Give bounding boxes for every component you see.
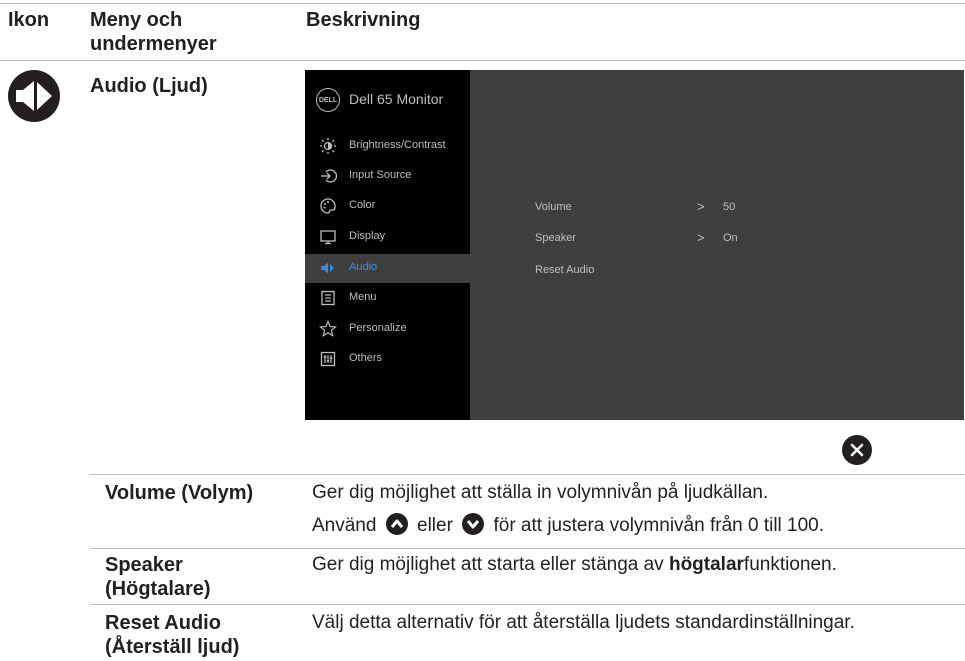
- menu-item-personalize[interactable]: Personalize: [305, 315, 470, 344]
- menu-icon: [321, 290, 335, 306]
- chevron-down-icon: [462, 513, 485, 535]
- menu-item-label: Menu: [349, 291, 377, 303]
- option-speaker-label[interactable]: Speaker: [535, 232, 576, 244]
- speaker-icon: [321, 262, 334, 274]
- header-description: Beskrivning: [306, 9, 421, 31]
- menu-item-label: Audio: [349, 261, 378, 273]
- row-volume-desc-line2: Använd eller för att justera volymnivån …: [312, 513, 824, 538]
- close-icon: [850, 443, 864, 457]
- header-menu-line1: Meny och: [90, 9, 183, 31]
- menu-item-menu[interactable]: Menu: [305, 284, 470, 313]
- others-icon: [320, 351, 336, 367]
- option-volume-label[interactable]: Volume: [535, 201, 572, 213]
- chevron-right-icon: >: [697, 230, 705, 245]
- row-rule: [90, 548, 965, 549]
- top-rule: [0, 3, 965, 4]
- desc-text: Använd: [312, 515, 377, 536]
- desc-text: funktionen.: [743, 554, 837, 575]
- desc-text: eller: [417, 515, 453, 536]
- audio-speaker-icon: [8, 70, 60, 122]
- row-rule: [90, 604, 965, 605]
- desc-text: Ger dig möjlighet att starta eller stäng…: [312, 554, 669, 575]
- brightness-icon: [320, 138, 336, 154]
- row-reset-name-line2: (Återställ ljud): [105, 636, 240, 658]
- menu-item-color[interactable]: Color: [305, 192, 470, 221]
- desc-text: för att justera volymnivån från 0 till 1…: [493, 515, 825, 536]
- close-button[interactable]: [842, 435, 872, 465]
- section-title: Audio (Ljud): [90, 75, 208, 97]
- row-speaker-name: Speaker (Högtalare): [105, 553, 211, 601]
- row-speaker-name-line2: (Högtalare): [105, 578, 211, 600]
- menu-item-label: Color: [349, 199, 376, 211]
- menu-item-brightness[interactable]: Brightness/Contrast: [305, 132, 470, 161]
- color-palette-icon: [320, 198, 336, 214]
- menu-item-label: Input Source: [349, 169, 412, 181]
- menu-item-display[interactable]: Display: [305, 223, 470, 252]
- menu-item-input-source[interactable]: Input Source: [305, 162, 470, 191]
- desc-bold: högtalar: [668, 554, 744, 575]
- osd-sidebar: DELL Dell 65 Monitor Brightness/Contrast…: [305, 70, 470, 420]
- menu-item-label: Brightness/Contrast: [349, 139, 446, 151]
- option-speaker-value: On: [723, 232, 738, 244]
- osd-screen: DELL Dell 65 Monitor Brightness/Contrast…: [305, 70, 964, 420]
- dell-logo: DELL: [316, 88, 340, 112]
- star-icon: [319, 320, 337, 337]
- input-source-icon: [321, 169, 337, 183]
- header-rule: [0, 60, 965, 61]
- option-volume-value: 50: [723, 201, 736, 213]
- header-icon: Ikon: [8, 9, 50, 31]
- row-speaker-desc: Ger dig möjlighet att starta eller stäng…: [312, 553, 837, 577]
- header-menu-line2: undermenyer: [90, 33, 217, 55]
- menu-item-others[interactable]: Others: [305, 345, 470, 374]
- chevron-right-icon: >: [697, 199, 705, 214]
- menu-item-audio[interactable]: Audio: [305, 254, 470, 283]
- option-reset-audio-label[interactable]: Reset Audio: [535, 264, 594, 276]
- display-icon: [320, 230, 336, 245]
- chevron-up-icon: [385, 513, 408, 535]
- osd-title: Dell 65 Monitor: [349, 91, 444, 107]
- menu-item-label: Personalize: [349, 322, 407, 334]
- row-rule: [90, 474, 965, 475]
- row-reset-name-line1: Reset Audio: [105, 612, 221, 634]
- row-speaker-name-line1: Speaker: [105, 554, 183, 576]
- row-volume-name: Volume (Volym): [105, 482, 254, 504]
- row-reset-name: Reset Audio (Återställ ljud): [105, 611, 239, 659]
- row-volume-desc-line1: Ger dig möjlighet att ställa in volymniv…: [312, 482, 769, 503]
- row-reset-desc: Välj detta alternativ för att återställa…: [312, 612, 855, 633]
- menu-item-label: Others: [349, 352, 383, 364]
- menu-item-label: Display: [349, 230, 386, 242]
- header-menu: Meny och undermenyer: [90, 8, 217, 56]
